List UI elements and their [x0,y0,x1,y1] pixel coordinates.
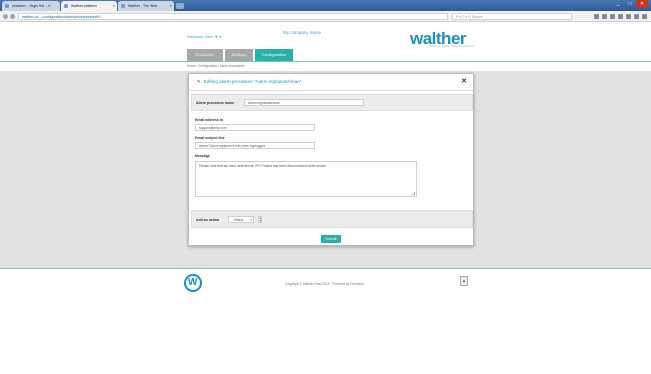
add-action-label: Add an action [196,218,220,222]
favicon-icon [5,4,9,8]
tab-production[interactable]: Production [187,49,223,61]
name-label: Alarm procedure name [196,101,235,105]
message-label: Message [195,154,210,158]
message-textarea[interactable]: Please note that we have detected an IPD… [195,161,417,197]
company-name: My company name [283,30,322,35]
back-icon[interactable] [3,14,8,19]
browser-search-input[interactable]: P ▾ C ▾ G Search [452,13,572,20]
spinner-control[interactable]: ▲ ▼ [258,216,262,223]
favicon-icon [64,4,68,8]
resize-handle[interactable] [412,192,415,195]
addon-icon[interactable] [626,14,631,19]
maximize-button[interactable]: □ [624,0,636,8]
browser-tab-bar: ceriseInc - Virgin Sol... ✕ Walther plat… [0,0,651,11]
pencil-icon: ✎ [197,79,201,84]
action-select[interactable]: - Select - ▾ [228,216,254,223]
new-tab-button[interactable] [176,3,184,9]
minimize-button[interactable]: _ [612,0,624,8]
edit-alarm-procedure-dialog: ✎ Editing alarm procedure "Alarm nightwat… [188,73,474,246]
tab-configuration[interactable]: Configuration [255,49,293,61]
chevron-down-icon: ▾ [250,218,252,222]
forward-icon[interactable] [10,14,15,19]
email-label: Email address to [195,118,224,122]
close-window-button[interactable]: ✕ [636,0,648,8]
breadcrumb[interactable]: Home / Configuration / Alarm procedures [187,64,245,68]
tab-analysis[interactable]: Analysis [225,49,253,61]
message-text: Please note that we have detected an IPD… [199,164,327,168]
browser-tab[interactable]: ceriseInc - Virgin Sol... ✕ [2,1,60,11]
submit-button[interactable]: Submit [321,235,341,243]
divider [189,90,473,91]
logo-tagline: Walther Bolzenschweisstechnik [430,45,475,48]
url-input[interactable]: walther.ch/…/configuration/alarm/procedu… [18,13,448,20]
menu-icon[interactable] [642,14,647,19]
scroll-top-button[interactable]: ▴ [460,276,468,286]
walther-footer-logo[interactable]: W [184,274,202,292]
close-icon[interactable]: ✕ [461,77,467,85]
bookmark-icon[interactable] [602,14,607,19]
logo-letter: W [188,277,198,288]
copyright-text: Copyright © Walther Plast 2014 · Powered… [285,282,364,286]
star-icon[interactable] [594,14,599,19]
nav-divider [0,61,651,62]
subject-field[interactable]: Alarm! Some equipment has been unplugged [195,142,315,149]
close-tab-icon[interactable]: × [113,1,115,11]
address-bar: walther.ch/…/configuration/alarm/procedu… [0,11,651,22]
home-icon[interactable] [618,14,623,19]
addon-icon[interactable] [634,14,639,19]
email-field[interactable]: support@mhy.com [195,124,315,131]
name-section: Alarm procedure name Alarm nightwatchman [191,94,473,111]
welcome-user-menu[interactable]: Welcome User ▼ ▾ [187,34,221,39]
procedure-name-input[interactable]: Alarm nightwatchman [244,99,364,106]
subject-label: Email subject line [195,136,225,140]
browser-tab[interactable]: Walther - The Web × [118,1,174,11]
footer-divider [0,268,651,269]
favicon-icon [121,4,125,8]
download-icon[interactable] [610,14,615,19]
browser-tab-active[interactable]: Walther platform × [61,1,117,11]
dialog-title: ✎ Editing alarm procedure "Alarm nightwat… [197,79,302,84]
close-tab-icon[interactable]: × [170,1,172,11]
action-section: Add an action - Select - ▾ ▲ ▼ [191,210,473,228]
